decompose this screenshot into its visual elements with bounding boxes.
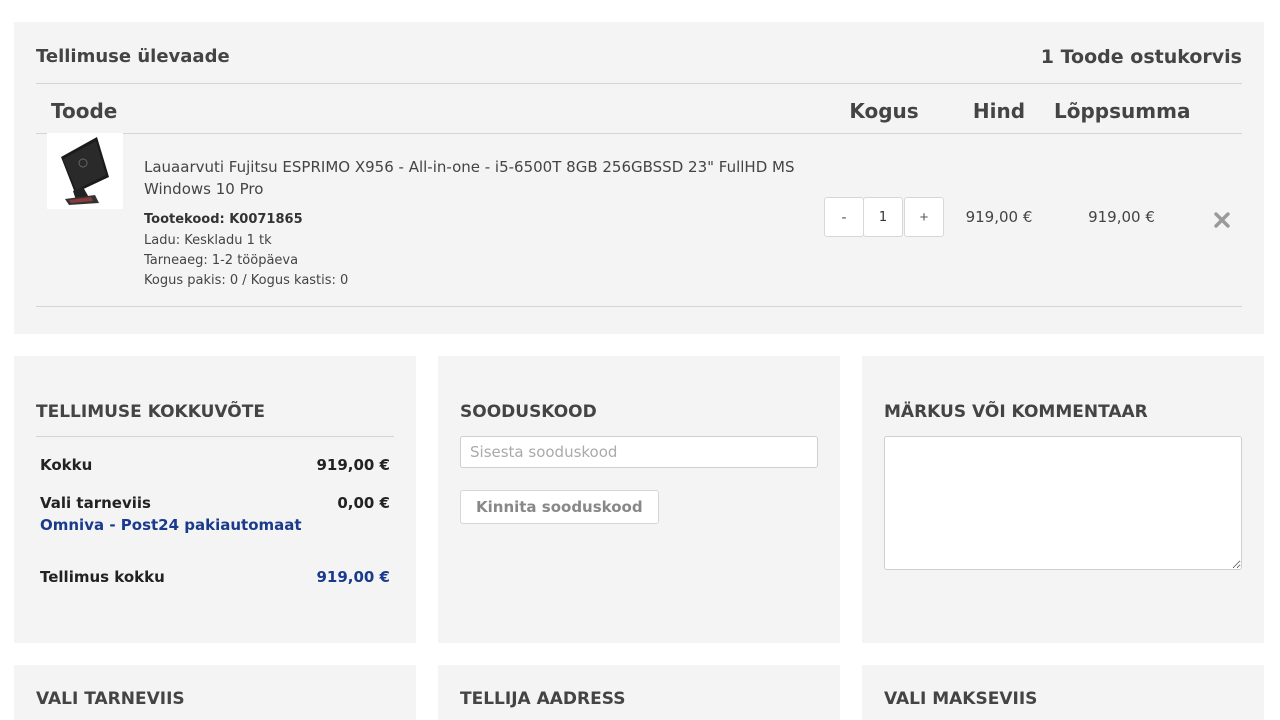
divider <box>1202 133 1242 134</box>
summary-shipping-value: 0,00 € <box>337 494 390 512</box>
payment-method-panel: VALI MAKSEVIIS <box>862 665 1264 720</box>
cart-count: 1 Toode ostukorvis <box>1040 46 1242 68</box>
column-header-product: Toode <box>51 99 118 123</box>
customer-address-title: TELLIJA AADRESS <box>460 689 626 709</box>
product-code: Tootekood: K0071865 <box>144 212 303 227</box>
summary-subtotal-value: 919,00 € <box>316 456 390 474</box>
shipping-method-panel: VALI TARNEVIIS <box>14 665 416 720</box>
divider <box>36 133 1242 134</box>
item-price: 919,00 € <box>965 208 1033 226</box>
comment-title: MÄRKUS VÕI KOMMENTAAR <box>884 402 1148 422</box>
order-summary-title: TELLIMUSE KOKKUVÕTE <box>36 402 265 422</box>
product-name[interactable]: Lauaarvuti Fujitsu ESPRIMO X956 - All-in… <box>144 156 804 200</box>
shipping-method-title: VALI TARNEVIIS <box>36 689 185 709</box>
summary-total-label: Tellimus kokku <box>40 568 165 586</box>
product-delivery-time: Tarneaeg: 1-2 tööpäeva <box>144 253 299 268</box>
order-summary-panel: TELLIMUSE KOKKUVÕTE Kokku 919,00 € Vali … <box>14 356 416 643</box>
comment-textarea[interactable] <box>884 436 1242 570</box>
apply-coupon-button[interactable]: Kinnita sooduskood <box>460 490 659 524</box>
summary-shipping-label: Vali tarneviis <box>40 494 151 512</box>
summary-total-value: 919,00 € <box>316 568 390 586</box>
product-image[interactable] <box>47 133 123 209</box>
summary-total-row: Tellimus kokku 919,00 € <box>40 568 390 586</box>
coupon-panel: SOODUSKOOD Kinnita sooduskood <box>438 356 840 643</box>
coupon-title: SOODUSKOOD <box>460 402 597 422</box>
column-header-quantity: Kogus <box>849 99 919 123</box>
order-overview-panel: Tellimuse ülevaade 1 Toode ostukorvis To… <box>14 22 1264 334</box>
remove-item-button[interactable] <box>1210 208 1234 232</box>
summary-subtotal-label: Kokku <box>40 456 93 474</box>
divider <box>36 436 394 437</box>
comment-panel: MÄRKUS VÕI KOMMENTAAR <box>862 356 1264 643</box>
quantity-decrease-button[interactable]: - <box>824 197 864 237</box>
divider <box>36 306 1242 307</box>
selected-shipping-method-link[interactable]: Omniva - Post24 pakiautomaat <box>40 516 302 534</box>
payment-method-title: VALI MAKSEVIIS <box>884 689 1038 709</box>
quantity-increase-button[interactable]: + <box>904 197 944 237</box>
product-pack-quantity: Kogus pakis: 0 / Kogus kastis: 0 <box>144 273 349 288</box>
column-header-price: Hind <box>972 99 1026 123</box>
coupon-input[interactable] <box>460 436 818 468</box>
customer-address-panel: TELLIJA AADRESS <box>438 665 840 720</box>
quantity-input[interactable] <box>863 197 903 237</box>
divider <box>36 83 1242 84</box>
order-overview-title: Tellimuse ülevaade <box>36 46 230 67</box>
product-stock: Ladu: Keskladu 1 tk <box>144 233 272 248</box>
close-x-icon <box>1214 212 1230 228</box>
summary-subtotal-row: Kokku 919,00 € <box>40 456 390 474</box>
all-in-one-pc-icon <box>47 133 123 209</box>
column-header-total: Lõppsumma <box>1054 99 1191 123</box>
item-total: 919,00 € <box>1088 208 1155 226</box>
summary-shipping-row: Vali tarneviis 0,00 € <box>40 494 390 512</box>
